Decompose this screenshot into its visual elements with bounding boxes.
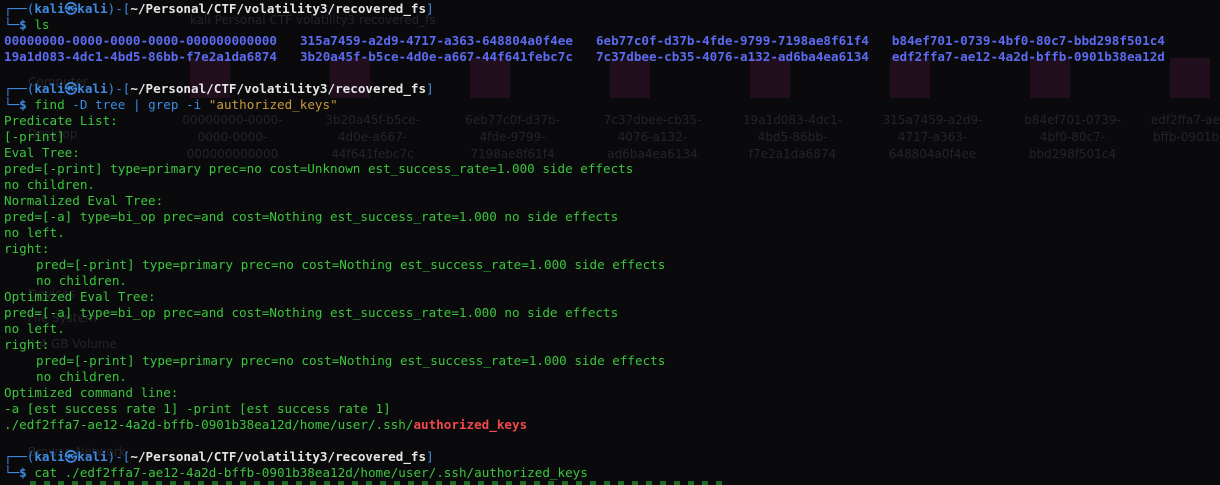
- find-output-line: no children.: [36, 273, 127, 288]
- prompt-box: )-[: [107, 449, 131, 464]
- find-output-line: Normalized Eval Tree:: [4, 193, 164, 208]
- prompt-box: └─: [4, 97, 20, 112]
- directory-entry: 00000000-0000-0000-0000-000000000000: [4, 33, 277, 48]
- prompt-box: ┌──(: [4, 449, 35, 464]
- find-output-line: pred=[-print] type=primary prec=no cost=…: [36, 257, 666, 272]
- find-output-line: pred=[-print] type=primary prec=no cost=…: [4, 161, 634, 176]
- find-output-line: pred=[-a] type=bi_op prec=and cost=Nothi…: [4, 305, 619, 320]
- find-output-line: no children.: [4, 177, 95, 192]
- find-output-line: right:: [4, 241, 50, 256]
- prompt-box: ]: [426, 1, 434, 16]
- prompt-user: kali㉿kali: [34, 81, 108, 96]
- find-output-line: Optimized command line:: [4, 385, 179, 400]
- find-output-line: no children.: [36, 369, 127, 384]
- terminal-window[interactable]: 00000000-0000-0000-0000-000000000000 3b2…: [0, 0, 1220, 485]
- directory-entry: edf2ffa7-ae12-4a2d-bffb-0901b38ea12d: [891, 49, 1165, 64]
- command-line: └─$ ls: [4, 17, 1216, 33]
- ls-row: 00000000-0000-0000-0000-000000000000 315a…: [4, 33, 1216, 49]
- command-text: cat: [34, 465, 58, 480]
- prompt-user: kali㉿kali: [34, 449, 108, 464]
- find-output-line: Optimized Eval Tree:: [4, 289, 156, 304]
- find-debug-output: Predicate List: [-print] Eval Tree: pred=[-…: [4, 113, 1216, 417]
- prompt-box: └─: [4, 17, 20, 32]
- find-output-line: [-print]: [4, 129, 65, 144]
- prompt-path: ~/Personal/CTF/volatility3/recovered_fs: [130, 1, 427, 16]
- prompt-box: ]: [426, 449, 434, 464]
- prompt-header: ┌──(kali㉿kali)-[~/Personal/CTF/volatilit…: [4, 1, 1216, 17]
- terminal-output[interactable]: ┌──(kali㉿kali)-[~/Personal/CTF/volatilit…: [4, 1, 1216, 481]
- directory-entry: 19a1d083-4dc1-4bd5-86bb-f7e2a1da6874: [4, 49, 277, 64]
- command-line: └─$ find -D tree | grep -i "authorized_k…: [4, 97, 1216, 113]
- prompt-path: ~/Personal/CTF/volatility3/recovered_fs: [130, 449, 427, 464]
- prompt-path: ~/Personal/CTF/volatility3/recovered_fs: [130, 81, 427, 96]
- prompt-box: ]: [426, 81, 434, 96]
- command-text: ls: [34, 17, 50, 32]
- command-args: grep -i: [140, 97, 209, 112]
- command-text: find: [34, 97, 65, 112]
- find-output-line: no left.: [4, 321, 65, 336]
- find-output-line: Predicate List:: [4, 113, 118, 128]
- prompt-symbol: $: [19, 465, 35, 480]
- find-output-line: Eval Tree:: [4, 145, 80, 160]
- prompt-box: )-[: [107, 81, 131, 96]
- pipe-symbol: |: [132, 97, 141, 112]
- prompt-header: ┌──(kali㉿kali)-[~/Personal/CTF/volatilit…: [4, 81, 1216, 97]
- directory-entry: 6eb77c0f-d37b-4fde-9799-7198ae8f61f4: [595, 33, 869, 48]
- prompt-box: ┌──(: [4, 1, 35, 16]
- directory-entry: 7c37dbee-cb35-4076-a132-ad6ba4ea6134: [595, 49, 869, 64]
- find-output-line: -a [est success rate 1] -print [est succ…: [4, 401, 391, 416]
- prompt-symbol: $: [19, 17, 35, 32]
- find-output-line: pred=[-a] type=bi_op prec=and cost=Nothi…: [4, 209, 619, 224]
- directory-entry: 3b20a45f-b5ce-4d0e-a667-44f641febc7c: [299, 49, 573, 64]
- ls-row: 19a1d083-4dc1-4bd5-86bb-f7e2a1da6874 3b20…: [4, 49, 1216, 65]
- command-args: -D tree: [64, 97, 133, 112]
- grep-pattern: "authorized_keys": [208, 97, 338, 112]
- find-output-line: pred=[-print] type=primary prec=no cost=…: [36, 353, 666, 368]
- match-path: ./edf2ffa7-ae12-4a2d-bffb-0901b38ea12d/h…: [4, 417, 414, 432]
- grep-match-line: ./edf2ffa7-ae12-4a2d-bffb-0901b38ea12d/h…: [4, 417, 1216, 433]
- prompt-box: )-[: [107, 1, 131, 16]
- match-highlight: authorized_keys: [413, 417, 528, 432]
- command-line[interactable]: └─$ cat ./edf2ffa7-ae12-4a2d-bffb-0901b3…: [4, 465, 1216, 481]
- command-args: ./edf2ffa7-ae12-4a2d-bffb-0901b38ea12d/h…: [57, 465, 588, 480]
- find-output-line: right:: [4, 337, 50, 352]
- directory-entry: b84ef701-0739-4bf0-80c7-bbd298f501c4: [891, 33, 1165, 48]
- prompt-symbol: $: [19, 97, 35, 112]
- prompt-user: kali㉿kali: [34, 1, 108, 16]
- find-output-line: no left.: [4, 225, 65, 240]
- prompt-box: └─: [4, 465, 20, 480]
- prompt-box: ┌──(: [4, 81, 35, 96]
- prompt-header: ┌──(kali㉿kali)-[~/Personal/CTF/volatilit…: [4, 449, 1216, 465]
- next-output-cutoff: [30, 481, 730, 485]
- directory-entry: 315a7459-a2d9-4717-a363-648804a0f4ee: [299, 33, 573, 48]
